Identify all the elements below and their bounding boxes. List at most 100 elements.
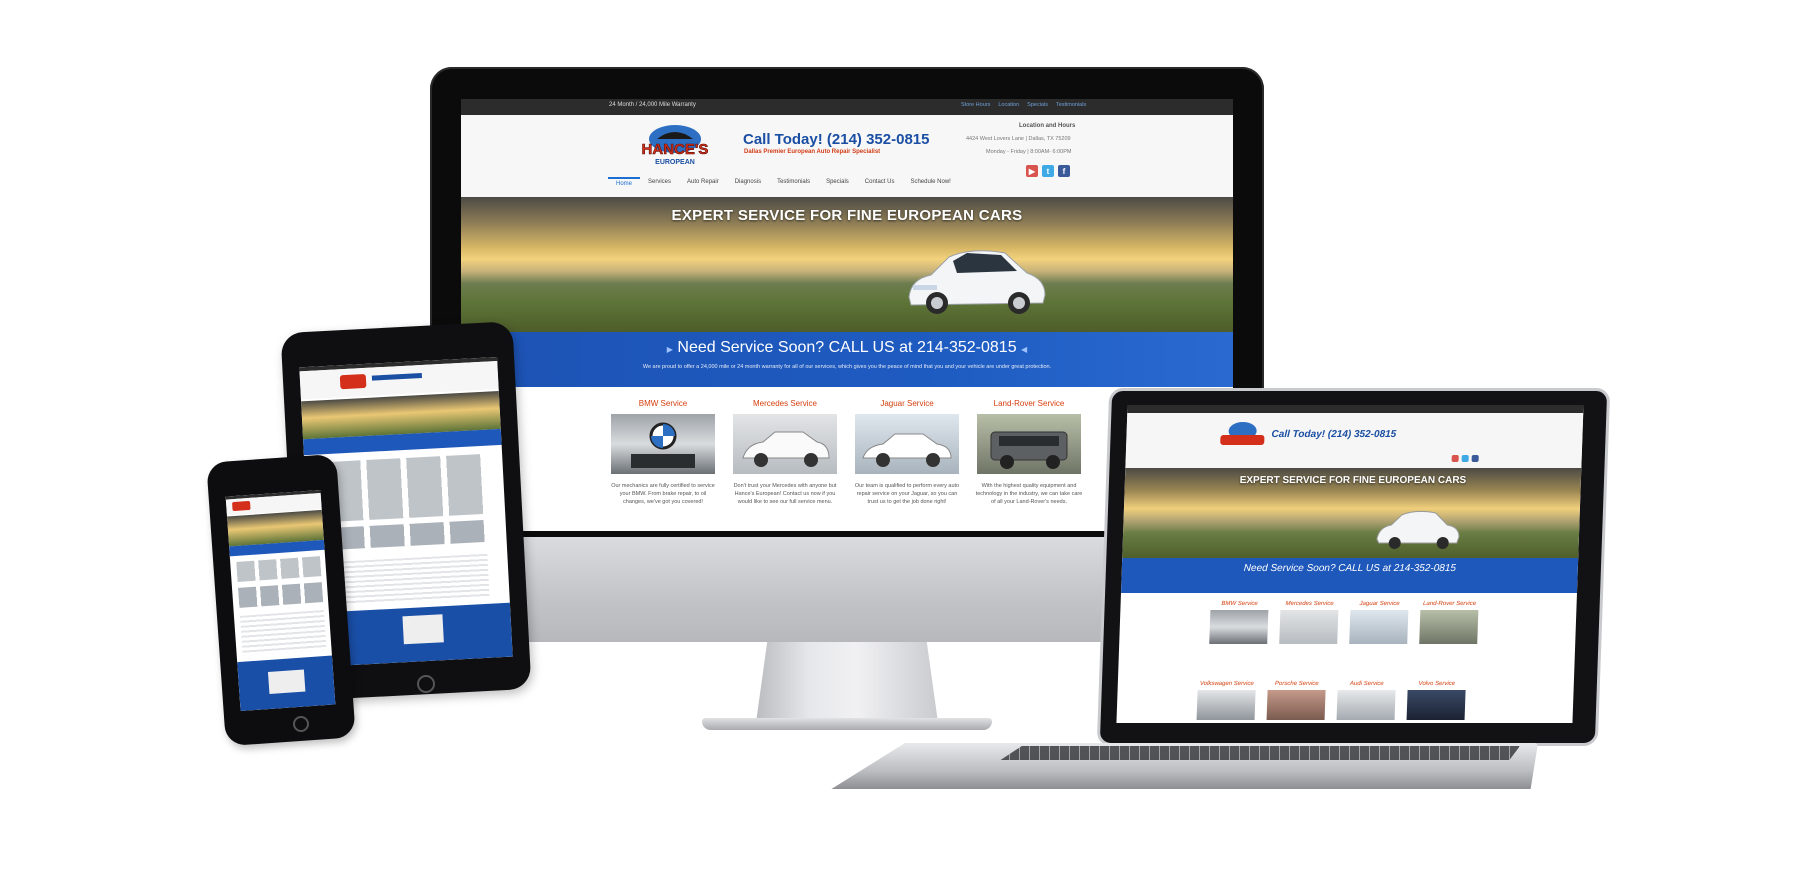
- laptop-top-bar: [1127, 405, 1584, 413]
- phone-services-grid-row2: [238, 582, 324, 608]
- nav-specials[interactable]: Specials: [818, 177, 857, 189]
- laptop-service-card[interactable]: BMW Service: [1209, 601, 1269, 644]
- service-image-bmw[interactable]: [611, 414, 715, 474]
- service-card-mercedes[interactable]: Mercedes Service Don't trust your Merced…: [731, 399, 839, 506]
- laptop-service-title[interactable]: BMW Service: [1210, 601, 1268, 607]
- band-subtitle: We are proud to offer a 24,000 mile or 2…: [642, 364, 1052, 370]
- laptop-header: [1125, 413, 1584, 468]
- laptop-service-image[interactable]: [1196, 690, 1256, 720]
- top-bar: [461, 99, 1233, 115]
- tablet-map: [402, 614, 444, 645]
- laptop-services-row2: Volkswagen Service Porsche Service Audi …: [1196, 681, 1466, 720]
- laptop-service-card[interactable]: Porsche Service: [1266, 681, 1326, 720]
- services-row: BMW Service Our mechanics are fully cert…: [609, 399, 1083, 506]
- warranty-text: 24 Month / 24,000 Mile Warranty: [609, 102, 696, 108]
- call-today[interactable]: Call Today! (214) 352-0815: [743, 131, 929, 148]
- nav-services[interactable]: Services: [640, 177, 679, 189]
- main-nav: Home Services Auto Repair Diagnosis Test…: [608, 177, 959, 189]
- laptop-service-card[interactable]: Jaguar Service: [1349, 601, 1409, 644]
- tagline: Dallas Premier European Auto Repair Spec…: [744, 149, 881, 155]
- top-link-testimonials[interactable]: Testimonials: [1056, 102, 1086, 108]
- bmw-logo-icon: [631, 422, 695, 468]
- twitter-icon[interactable]: t: [1042, 165, 1054, 177]
- laptop-screen: Call Today! (214) 352-0815 EXPERT SERVIC…: [1116, 405, 1584, 723]
- top-link-location[interactable]: Location: [998, 102, 1019, 108]
- laptop-service-card[interactable]: Mercedes Service: [1279, 601, 1339, 644]
- laptop-services-row1: BMW Service Mercedes Service Jaguar Serv…: [1209, 601, 1479, 644]
- location-title: Location and Hours: [1019, 123, 1076, 129]
- tablet-services-grid-row2: [329, 519, 487, 550]
- service-description: Don't trust your Mercedes with anyone bu…: [733, 483, 837, 505]
- tablet-text-content: [331, 553, 490, 606]
- band-title[interactable]: ▶ Need Service Soon? CALL US at 214-352-…: [461, 339, 1233, 357]
- phone-screen: [225, 489, 336, 712]
- service-description: With the highest quality equipment and t…: [975, 483, 1083, 505]
- youtube-icon[interactable]: ▶: [1026, 165, 1038, 177]
- laptop-hero-title: EXPERT SERVICE FOR FINE EUROPEAN CARS: [1239, 475, 1467, 486]
- laptop-service-image[interactable]: [1406, 690, 1466, 720]
- service-card-land-rover[interactable]: Land-Rover Service With the highest qual…: [975, 399, 1083, 506]
- service-title[interactable]: Land-Rover Service: [975, 399, 1083, 408]
- service-card-bmw[interactable]: BMW Service Our mechanics are fully cert…: [609, 399, 717, 506]
- laptop-social-links: [1451, 455, 1479, 462]
- laptop-service-image[interactable]: [1349, 610, 1409, 644]
- hero-car-image: [908, 250, 1046, 314]
- laptop-service-card[interactable]: Volvo Service: [1406, 681, 1466, 720]
- laptop-service-title[interactable]: Audi Service: [1338, 681, 1396, 687]
- phone-logo: [232, 500, 251, 512]
- nav-auto-repair[interactable]: Auto Repair: [679, 177, 727, 189]
- service-card-jaguar[interactable]: Jaguar Service Our team is qualified to …: [853, 399, 961, 506]
- laptop-service-title[interactable]: Volvo Service: [1408, 681, 1466, 687]
- service-image-jaguar[interactable]: [855, 414, 959, 474]
- tablet-logo: [339, 373, 367, 390]
- top-links: Store Hours Location Specials Testimonia…: [961, 102, 1086, 108]
- laptop-service-title[interactable]: Jaguar Service: [1350, 601, 1408, 607]
- site-logo[interactable]: HANCE'S EUROPEAN: [621, 121, 729, 169]
- laptop-service-title[interactable]: Mercedes Service: [1280, 601, 1338, 607]
- nav-home[interactable]: Home: [608, 177, 641, 189]
- phone-home-button[interactable]: [293, 716, 309, 732]
- laptop-service-card[interactable]: Volkswagen Service: [1196, 681, 1256, 720]
- service-title[interactable]: BMW Service: [609, 399, 717, 408]
- laptop-service-title[interactable]: Porsche Service: [1268, 681, 1326, 687]
- laptop-service-title[interactable]: Land-Rover Service: [1420, 601, 1478, 607]
- laptop-hero-car: [1376, 510, 1460, 549]
- twitter-icon[interactable]: [1461, 455, 1469, 462]
- facebook-icon[interactable]: f: [1058, 165, 1070, 177]
- laptop-band-title[interactable]: Need Service Soon? CALL US at 214-352-08…: [1122, 563, 1578, 574]
- arrow-left-icon: ◀: [1021, 345, 1028, 354]
- service-image-mercedes[interactable]: [733, 414, 837, 474]
- laptop-service-title[interactable]: Volkswagen Service: [1198, 681, 1256, 687]
- laptop-site-logo: [1220, 422, 1265, 445]
- laptop-service-card[interactable]: Land-Rover Service: [1419, 601, 1479, 644]
- laptop-service-image[interactable]: [1419, 610, 1479, 644]
- arrow-right-icon: ▶: [666, 345, 673, 354]
- address: 4424 West Lovers Lane | Dallas, TX 75209: [966, 136, 1071, 142]
- nav-diagnosis[interactable]: Diagnosis: [727, 177, 769, 189]
- top-link-store-hours[interactable]: Store Hours: [961, 102, 990, 108]
- laptop-service-image[interactable]: [1336, 690, 1396, 720]
- tablet-services-grid: [326, 453, 486, 523]
- facebook-icon[interactable]: [1471, 455, 1479, 462]
- imac-stand: [755, 642, 939, 724]
- top-link-specials[interactable]: Specials: [1027, 102, 1048, 108]
- laptop-service-image[interactable]: [1266, 690, 1326, 720]
- youtube-icon[interactable]: [1451, 455, 1459, 462]
- laptop-service-card[interactable]: Audi Service: [1336, 681, 1396, 720]
- hero-title: EXPERT SERVICE FOR FINE EUROPEAN CARS: [671, 207, 1023, 224]
- service-image-land-rover[interactable]: [977, 414, 1081, 474]
- hours: Monday - Friday | 8:00AM- 6:00PM: [986, 149, 1072, 155]
- nav-testimonials[interactable]: Testimonials: [769, 177, 818, 189]
- laptop-service-image[interactable]: [1209, 610, 1269, 644]
- car-image: [990, 431, 1068, 469]
- phone-text-content: [239, 610, 327, 656]
- laptop-call-today[interactable]: Call Today! (214) 352-0815: [1271, 429, 1396, 440]
- service-title[interactable]: Mercedes Service: [731, 399, 839, 408]
- service-title[interactable]: Jaguar Service: [853, 399, 961, 408]
- tablet-home-button[interactable]: [417, 675, 435, 693]
- nav-schedule-now[interactable]: Schedule Now!: [902, 177, 958, 189]
- nav-contact-us[interactable]: Contact Us: [857, 177, 903, 189]
- phone-services-grid: [236, 556, 322, 582]
- social-links: ▶ t f: [1026, 165, 1070, 177]
- laptop-service-image[interactable]: [1279, 610, 1339, 644]
